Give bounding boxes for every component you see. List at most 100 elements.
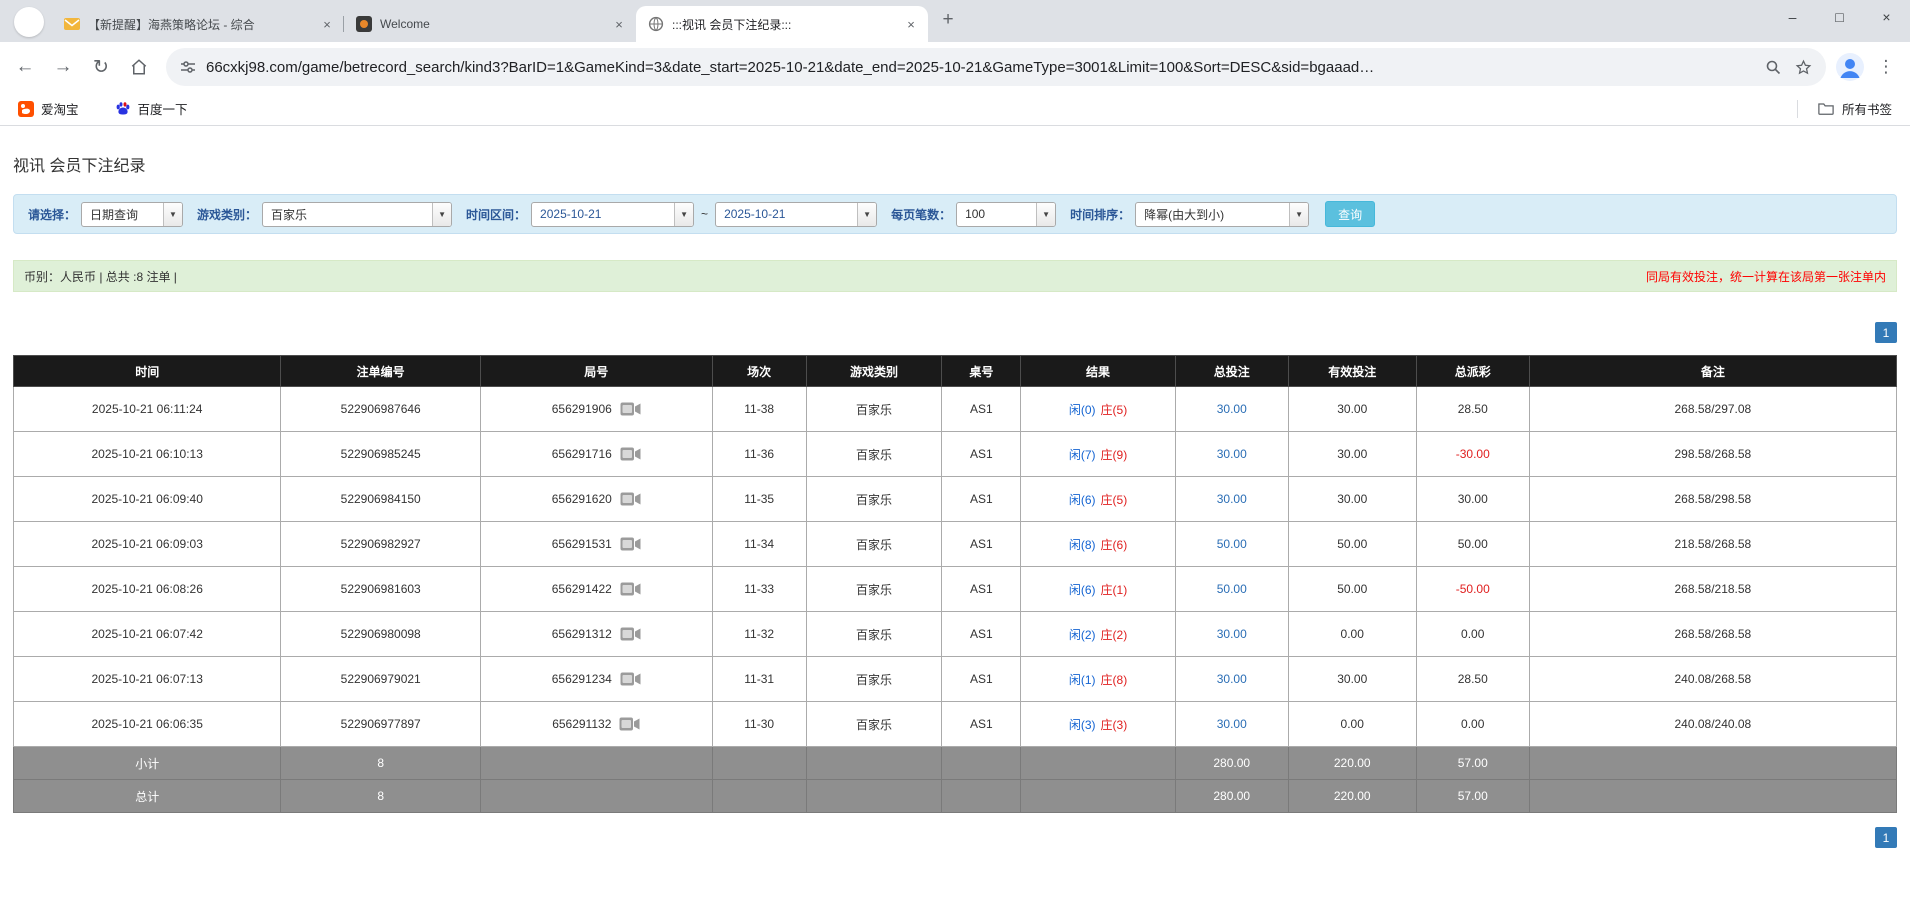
footer-cell: [711, 746, 807, 780]
video-replay-icon[interactable]: [620, 626, 641, 642]
table-header-row: 时间 注单编号 局号 场次 游戏类别 桌号 结果 总投注 有效投注 总派彩 备注: [12, 355, 1898, 387]
footer-cell: [1528, 746, 1898, 780]
cell-round: 656291620: [479, 476, 713, 522]
all-bookmarks-button[interactable]: 所有书签: [1814, 96, 1896, 122]
minimize-button[interactable]: –: [1769, 0, 1816, 34]
game-icon: [356, 16, 372, 32]
cell-session: 11-35: [711, 476, 807, 522]
total-bet-link[interactable]: 30.00: [1217, 627, 1247, 641]
zoom-icon[interactable]: [1765, 59, 1781, 75]
footer-cell: [711, 779, 807, 813]
page-1-button[interactable]: 1: [1875, 827, 1897, 848]
video-replay-icon[interactable]: [620, 581, 641, 597]
cell-bet-id: 522906981603: [280, 566, 481, 612]
total-bet-link[interactable]: 30.00: [1217, 447, 1247, 461]
chevron-down-icon[interactable]: ▼: [163, 202, 183, 226]
total-bet-link[interactable]: 30.00: [1217, 402, 1247, 416]
video-replay-icon[interactable]: [619, 716, 640, 732]
query-type-select[interactable]: 日期查询 ▼: [81, 201, 184, 227]
menu-kebab-icon[interactable]: ⋮: [1874, 51, 1898, 83]
bet-row: 2025-10-21 06:07:13 522906979021 656291234…: [12, 656, 1898, 702]
tab-close-icon[interactable]: ×: [318, 15, 336, 33]
date-start-input[interactable]: 2025-10-21 ▼: [531, 201, 695, 227]
banker-result: 庄(5): [1100, 402, 1128, 417]
page-1-button[interactable]: 1: [1875, 322, 1897, 343]
maximize-button[interactable]: □: [1816, 0, 1863, 34]
site-settings-icon[interactable]: [180, 59, 196, 75]
cell-note: 218.58/268.58: [1528, 521, 1898, 567]
page-title: 视讯 会员下注纪录: [13, 158, 146, 175]
video-replay-icon[interactable]: [620, 401, 641, 417]
filter-bar: 请选择： 日期查询 ▼ 游戏类别： 百家乐 ▼ 时间区间： 2025-10-21…: [13, 194, 1897, 234]
address-bar[interactable]: 66cxkj98.com/game/betrecord_search/kind3…: [166, 48, 1826, 86]
footer-cell: [805, 746, 943, 780]
globe-icon: [648, 16, 664, 32]
total-bet-link[interactable]: 50.00: [1217, 537, 1247, 551]
bookmark-taobao[interactable]: 爱淘宝: [14, 96, 83, 122]
cell-round: 656291132: [479, 701, 713, 747]
footer-cell: [1528, 779, 1898, 813]
video-replay-icon[interactable]: [620, 491, 641, 507]
cell-bet-id: 522906980098: [280, 611, 481, 657]
cell-time: 2025-10-21 06:11:24: [12, 386, 282, 432]
tab-close-icon[interactable]: ×: [902, 15, 920, 33]
cell-bet-id: 522906987646: [280, 386, 481, 432]
cell-valid-bet: 0.00: [1287, 611, 1417, 657]
bookmark-baidu[interactable]: 百度一下: [111, 96, 192, 122]
back-button[interactable]: ←: [6, 48, 44, 86]
player-result: 闲(1): [1068, 672, 1096, 687]
chevron-down-icon[interactable]: ▼: [1289, 202, 1309, 226]
page-size-select[interactable]: 100 ▼: [956, 201, 1057, 227]
cell-total-bet: 30.00: [1174, 431, 1289, 477]
video-replay-icon[interactable]: [620, 536, 641, 552]
bet-row: 2025-10-21 06:07:42 522906980098 656291312…: [12, 611, 1898, 657]
total-bet-link[interactable]: 30.00: [1217, 672, 1247, 686]
cell-valid-bet: 30.00: [1287, 386, 1417, 432]
round-number: 656291716: [551, 447, 612, 461]
sort-select[interactable]: 降幂(由大到小) ▼: [1135, 201, 1310, 227]
cell-round: 656291531: [479, 521, 713, 567]
cell-time: 2025-10-21 06:09:03: [12, 521, 282, 567]
refresh-button[interactable]: ↻: [82, 48, 120, 86]
cell-note: 268.58/298.58: [1528, 476, 1898, 522]
bet-row: 2025-10-21 06:06:35 522906977897 656291132…: [12, 701, 1898, 747]
chevron-down-icon[interactable]: ▼: [432, 202, 452, 226]
home-button[interactable]: [120, 48, 158, 86]
search-button[interactable]: 查询: [1325, 201, 1376, 227]
tab-forum[interactable]: 【新提醒】海燕策略论坛 - 综合 ×: [52, 6, 344, 42]
game-type-select[interactable]: 百家乐 ▼: [262, 201, 453, 227]
tab-welcome[interactable]: Welcome ×: [344, 6, 636, 42]
date-end-input[interactable]: 2025-10-21 ▼: [715, 201, 878, 227]
total-bet-link[interactable]: 30.00: [1217, 717, 1247, 731]
total-bet-link[interactable]: 30.00: [1217, 492, 1247, 506]
tab-close-icon[interactable]: ×: [610, 15, 628, 33]
close-button[interactable]: ×: [1863, 0, 1910, 34]
bookmark-star-icon[interactable]: [1795, 59, 1812, 76]
cell-result: 闲(8) 庄(6): [1020, 521, 1176, 567]
profile-avatar[interactable]: [1834, 51, 1866, 83]
bookmark-label: 爱淘宝: [41, 103, 79, 117]
cell-time: 2025-10-21 06:10:13: [12, 431, 282, 477]
player-result: 闲(6): [1068, 492, 1096, 507]
column-header: 桌号: [941, 355, 1022, 387]
new-tab-button[interactable]: +: [934, 6, 962, 34]
footer-cell: [1020, 779, 1176, 813]
chevron-down-icon[interactable]: ▼: [1036, 202, 1056, 226]
forward-button[interactable]: →: [44, 48, 82, 86]
cell-table-no: AS1: [941, 566, 1022, 612]
currency-summary: 币别：人民币 | 总共 :8 注单 |: [24, 269, 177, 284]
tab-bet-record[interactable]: :::视讯 会员下注纪录::: ×: [636, 6, 928, 42]
column-header: 时间: [12, 355, 282, 387]
chevron-down-icon[interactable]: ▼: [674, 202, 694, 226]
cell-note: 298.58/268.58: [1528, 431, 1898, 477]
cell-table-no: AS1: [941, 656, 1022, 702]
cell-game-type: 百家乐: [805, 566, 943, 612]
chevron-down-icon[interactable]: ▼: [857, 202, 877, 226]
total-bet-link[interactable]: 50.00: [1217, 582, 1247, 596]
column-header: 场次: [711, 355, 807, 387]
video-replay-icon[interactable]: [620, 446, 641, 462]
tab-search-button[interactable]: [14, 7, 44, 37]
video-replay-icon[interactable]: [620, 671, 641, 687]
cell-total-bet: 50.00: [1174, 566, 1289, 612]
cell-bet-id: 522906985245: [280, 431, 481, 477]
